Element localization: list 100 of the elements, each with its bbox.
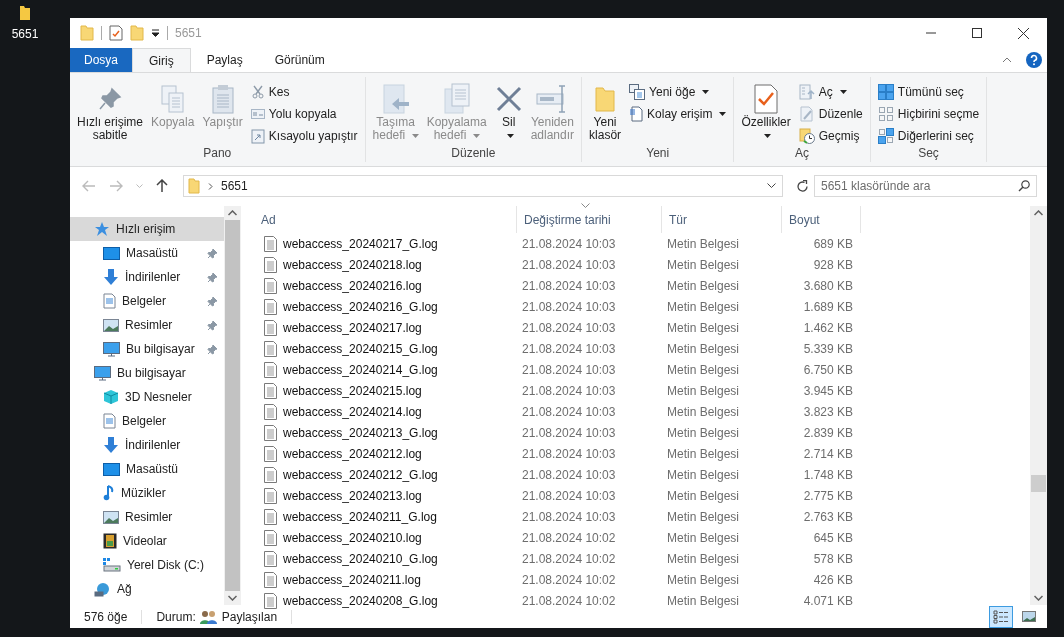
file-name-cell[interactable]: webaccess_20240210.log (261, 529, 516, 546)
sidebar-item[interactable]: Videolar (70, 529, 224, 553)
group-label: Aç (794, 146, 811, 162)
file-name-cell[interactable]: webaccess_20240210_G.log (261, 550, 516, 567)
cube-icon (103, 389, 119, 405)
ribbon-button[interactable]: Yeni öğe (626, 82, 730, 102)
date-cell-text: 21.08.2024 10:03 (521, 509, 617, 524)
file-name-cell[interactable]: webaccess_20240211_G.log (261, 508, 516, 525)
history-icon (798, 128, 815, 144)
file-name-cell[interactable]: webaccess_20240215.log (261, 382, 516, 399)
properties-icon (754, 84, 779, 114)
ribbon-button[interactable]: Diğerlerini seç (874, 126, 983, 146)
download-arrow-icon (103, 436, 119, 454)
file-name-cell[interactable]: webaccess_20240215_G.log (261, 340, 516, 357)
file-name-cell[interactable]: webaccess_20240214_G.log (261, 361, 516, 378)
file-name-cell[interactable]: webaccess_20240211.log (261, 571, 516, 588)
file-name-cell[interactable]: webaccess_20240212_G.log (261, 466, 516, 483)
ribbon-button[interactable]: Geçmiş (795, 126, 866, 146)
copy-to-icon (441, 83, 472, 115)
file-name-cell[interactable]: webaccess_20240216.log (261, 277, 516, 294)
text-file-icon (264, 529, 277, 546)
scroll-down-icon[interactable] (1034, 595, 1043, 601)
help-icon[interactable] (1026, 52, 1042, 68)
close-icon[interactable] (1018, 27, 1029, 39)
desktop-icon-label[interactable]: 5651 (11, 27, 39, 41)
ribbon-tab[interactable]: Giriş (132, 48, 191, 72)
scroll-up-icon[interactable] (227, 210, 237, 216)
shared-users-icon (199, 609, 218, 624)
file-name-cell[interactable]: webaccess_20240217_G.log (261, 235, 516, 252)
scroll-thumb[interactable] (1031, 475, 1046, 492)
type-cell-text: Metin Belgesi (666, 299, 741, 314)
text-file-icon (264, 571, 277, 588)
file-name-cell[interactable]: webaccess_20240218.log (261, 256, 516, 273)
properties-icon[interactable] (109, 25, 123, 41)
file-name-cell[interactable]: webaccess_20240213_G.log (261, 424, 516, 441)
sidebar-item[interactable]: Hızlı erişim (70, 217, 224, 241)
ribbon-tab[interactable]: Görünüm (258, 48, 341, 72)
sidebar-item[interactable]: 3D Nesneler (70, 385, 224, 409)
ribbon-button[interactable]: Tümünü seç (874, 82, 983, 102)
sidebar-item[interactable]: İndirilenler (70, 433, 224, 457)
ribbon-tab[interactable]: Paylaş (190, 48, 259, 72)
file-name-cell[interactable]: webaccess_20240208_G.log (261, 592, 516, 609)
column-header[interactable]: Tür (661, 206, 781, 233)
sidebar-item[interactable]: Resimler (70, 505, 224, 529)
text-file-icon (264, 508, 277, 525)
sidebar-item[interactable]: Belgeler (70, 289, 224, 313)
file-name-cell[interactable]: webaccess_20240217.log (261, 319, 516, 336)
scroll-up-icon[interactable] (1034, 210, 1043, 216)
column-header[interactable]: Ad (261, 206, 516, 233)
ribbon-button[interactable]: Özellikler (738, 80, 794, 146)
sidebar-item[interactable]: Ağ (70, 577, 224, 601)
ribbon-button[interactable]: Hızlı erişime sabitle (74, 80, 146, 146)
ribbon-button[interactable]: Sil (491, 80, 526, 146)
ribbon-button[interactable]: Yeni klasör (586, 80, 625, 146)
computer-icon (103, 341, 120, 357)
folder-icon (188, 178, 200, 194)
details-list-icon (993, 609, 1009, 624)
column-header[interactable]: Değiştirme tarihi (516, 206, 661, 233)
ribbon-button[interactable]: Hiçbirini seçme (874, 104, 983, 124)
refresh-icon[interactable] (796, 179, 809, 193)
sidebar-item[interactable]: Müzikler (70, 481, 224, 505)
picture-icon (103, 510, 119, 524)
sidebar-item[interactable]: Bu bilgisayar (70, 361, 224, 385)
sort-indicator-icon (581, 203, 590, 208)
ribbon-button[interactable]: Kolay erişim (626, 104, 730, 124)
address-bar[interactable]: 5651 (183, 175, 783, 197)
up-arrow-icon[interactable] (156, 179, 168, 193)
details-view-button[interactable] (989, 605, 1013, 628)
column-header[interactable]: Boyut (781, 206, 861, 233)
collapse-ribbon-icon[interactable] (1002, 57, 1012, 63)
file-name-cell[interactable]: webaccess_20240212.log (261, 445, 516, 462)
sidebar-item[interactable]: İndirilenler (70, 265, 224, 289)
date-cell-text: 21.08.2024 10:03 (521, 236, 617, 251)
date-cell-text: 21.08.2024 10:02 (521, 593, 617, 608)
sidebar-item[interactable]: Belgeler (70, 409, 224, 433)
sidebar-item[interactable]: Masaüstü (70, 241, 224, 265)
sidebar-item[interactable]: Bu bilgisayar (70, 337, 224, 361)
file-name-cell[interactable]: webaccess_20240213.log (261, 487, 516, 504)
file-tab[interactable]: Dosya (70, 48, 132, 72)
document-icon (629, 106, 644, 122)
star-icon (94, 221, 110, 237)
type-cell-text: Metin Belgesi (666, 236, 741, 251)
chevron-down-icon[interactable] (767, 183, 776, 189)
sidebar-item[interactable]: Yerel Disk (C:) (70, 553, 224, 577)
search-field[interactable]: 5651 klasöründe ara (814, 175, 1037, 197)
desktop-icon (103, 462, 120, 476)
size-cell-text: 645 KB (812, 530, 854, 545)
file-name-cell[interactable]: webaccess_20240214.log (261, 403, 516, 420)
customize-dropdown-icon[interactable] (151, 29, 160, 37)
sidebar-item[interactable]: Resimler (70, 313, 224, 337)
date-cell-text: 21.08.2024 10:03 (521, 446, 617, 461)
maximize-icon[interactable] (972, 28, 982, 38)
folder-icon[interactable] (19, 5, 31, 21)
file-name-cell[interactable]: webaccess_20240216_G.log (261, 298, 516, 315)
group-label: Düzenle (450, 146, 497, 162)
scissors-icon (250, 85, 265, 99)
document-icon (103, 413, 116, 429)
scroll-down-icon[interactable] (227, 595, 237, 601)
sidebar-item[interactable]: Masaüstü (70, 457, 224, 481)
scrollbar[interactable] (1030, 206, 1047, 605)
